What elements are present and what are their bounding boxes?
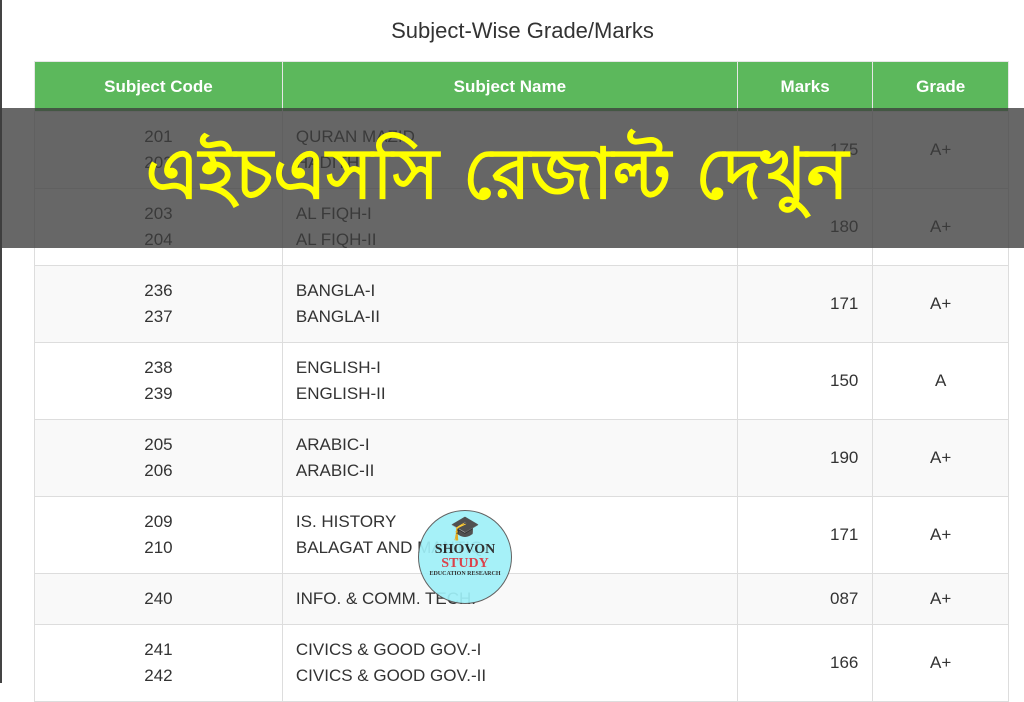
table-row: 238 239 ENGLISH-I ENGLISH-II 150 A [34, 342, 1009, 420]
column-header: Marks [736, 61, 874, 112]
grade: A+ [872, 265, 1009, 343]
table-row: 241 242 CIVICS & GOOD GOV.-I CIVICS & GOOD … [34, 624, 1009, 702]
cell-text: ARABIC-I [295, 435, 370, 454]
column-header: Subject Code [34, 61, 283, 112]
table-row: 209 210 IS. HISTORY BALAGAT AND MANTIQ 171 A+ [34, 496, 1009, 574]
table-row: 205 206 ARABIC-I ARABIC-II 190 A+ [34, 419, 1009, 497]
page-title: Subject-Wise Grade/Marks [391, 18, 654, 43]
subject-code: 238 239 [34, 342, 283, 420]
cell-text: 150 [830, 371, 859, 390]
table-row: 236 237 BANGLA-I BANGLA-II 171 A+ [34, 265, 1009, 343]
subject-name: CIVICS & GOOD GOV.-I CIVICS & GOOD GOV.-I… [281, 624, 738, 702]
cell-text: A+ [930, 589, 952, 608]
subject-code: 205 206 [34, 419, 283, 497]
logo-line1: SHOVON [434, 542, 496, 557]
logo-line3: EDUCATION RESEARCH [429, 571, 501, 577]
banner-text: এইচএসসি রেজাল্ট দেখুন [145, 132, 849, 215]
logo: 🎓 SHOVON STUDY EDUCATION RESEARCH [418, 510, 512, 604]
grade: A+ [872, 624, 1009, 702]
cell-text: 238 [144, 358, 173, 377]
cell-text: CIVICS & GOOD GOV.-II [295, 666, 487, 685]
subject-code: 241 242 [34, 624, 283, 702]
grade: A+ [872, 419, 1009, 497]
cell-text: 241 [144, 640, 173, 659]
left-edge [0, 0, 2, 683]
grade: A+ [872, 496, 1009, 574]
cell-text: BANGLA-II [295, 307, 380, 326]
subject-code: 209 210 [34, 496, 283, 574]
cell-text: CIVICS & GOOD GOV.-I [295, 640, 482, 659]
cell-text: 087 [830, 589, 859, 608]
marks: 166 [736, 624, 874, 702]
cell-text: 209 [144, 512, 173, 531]
cell-text: A+ [930, 448, 952, 467]
column-header: Grade [872, 61, 1009, 112]
cell-text: 205 [144, 435, 173, 454]
cell-text: A+ [930, 653, 952, 672]
marks: 190 [736, 419, 874, 497]
subject-name: ARABIC-I ARABIC-II [281, 419, 738, 497]
marks: 150 [736, 342, 874, 420]
cell-text: 236 [144, 281, 173, 300]
cell-text: A+ [930, 294, 952, 313]
cell-text: INFO. & COMM. TECH. [295, 589, 476, 608]
grade: A [872, 342, 1009, 420]
cell-text: A [935, 371, 947, 390]
cell-text: 242 [144, 666, 173, 685]
cell-text: 239 [144, 384, 173, 403]
subject-name: ENGLISH-I ENGLISH-II [281, 342, 738, 420]
grade: A+ [872, 573, 1009, 625]
cell-text: ARABIC-II [295, 461, 375, 480]
cell-text: BANGLA-I [295, 281, 376, 300]
subject-name: BANGLA-I BANGLA-II [281, 265, 738, 343]
marks: 087 [736, 573, 874, 625]
cell-text: A+ [930, 525, 952, 544]
subject-name: INFO. & COMM. TECH. [281, 573, 738, 625]
cell-text: ENGLISH-II [295, 384, 386, 403]
marks: 171 [736, 265, 874, 343]
cell-text: 166 [830, 653, 859, 672]
marks: 171 [736, 496, 874, 574]
banner-overlay: এইচএসসি রেজাল্ট দেখুন [0, 108, 1024, 248]
cell-text: 171 [830, 294, 859, 313]
cell-text: BALAGAT AND MANTIQ [295, 538, 484, 557]
column-header: Subject Name [281, 61, 738, 112]
cell-text: 210 [144, 538, 173, 557]
cell-text: ENGLISH-I [295, 358, 381, 377]
cell-text: 190 [830, 448, 859, 467]
logo-line2: STUDY [441, 556, 489, 571]
graduation-cap-icon: 🎓 [450, 516, 480, 542]
table-row: 240 INFO. & COMM. TECH. 087 A+ [34, 573, 1009, 625]
subject-code: 236 237 [34, 265, 283, 343]
subject-code: 240 [34, 573, 283, 625]
cell-text: IS. HISTORY [295, 512, 397, 531]
cell-text: 206 [144, 461, 173, 480]
cell-text: 240 [144, 589, 173, 608]
cell-text: 171 [830, 525, 859, 544]
cell-text: 237 [144, 307, 173, 326]
